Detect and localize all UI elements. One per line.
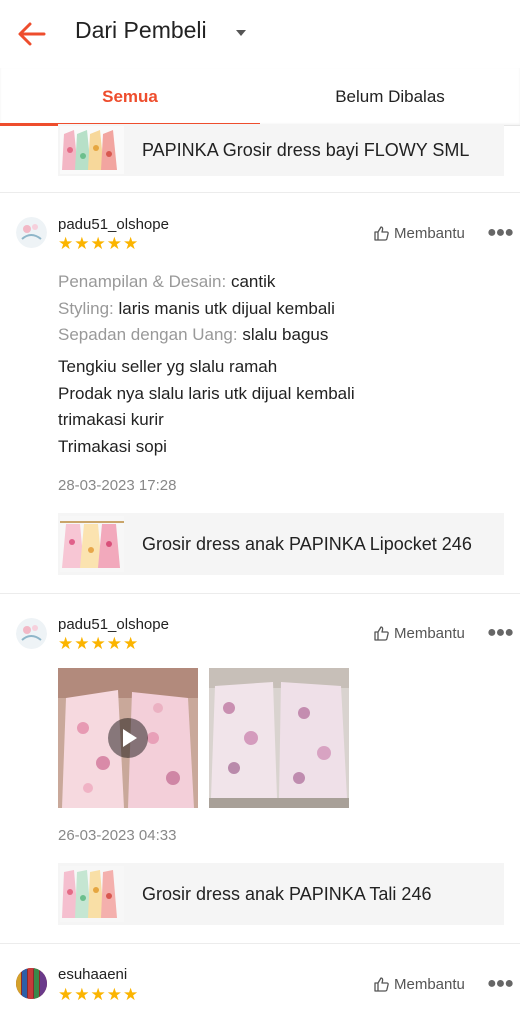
helpful-button[interactable]: Membantu: [373, 625, 465, 642]
review-date: 26-03-2023 04:33: [58, 827, 177, 844]
helpful-label: Membantu: [394, 976, 465, 993]
thumbs-up-icon: [374, 226, 389, 241]
star-rating: ★ ★ ★ ★ ★: [58, 986, 138, 1004]
review-date: 28-03-2023 17:28: [58, 477, 177, 494]
play-icon[interactable]: [108, 718, 148, 758]
review-text-line: Tengkiu seller yg slalu ramah: [58, 357, 278, 376]
more-options-icon[interactable]: ●●●: [487, 624, 514, 642]
review-video-thumbnail[interactable]: [58, 668, 198, 808]
photo-preview: [209, 668, 349, 808]
star-icon: ★: [106, 634, 122, 653]
star-icon: ★: [106, 985, 122, 1004]
star-icon: ★: [58, 234, 74, 253]
review-attribute: Sepadan dengan Uang: slalu bagus: [58, 325, 329, 344]
star-icon: ★: [90, 234, 106, 253]
star-icon: ★: [74, 634, 90, 653]
review-attribute: Styling: laris manis utk dijual kembali: [58, 299, 335, 318]
product-card[interactable]: Grosir dress anak PAPINKA Lipocket 246: [58, 513, 504, 575]
helpful-button[interactable]: Membantu: [373, 225, 465, 242]
tab-belum-dibalas[interactable]: Belum Dibalas: [260, 68, 520, 126]
star-icon: ★: [123, 634, 139, 653]
divider: [0, 943, 520, 944]
tab-semua[interactable]: Semua: [0, 68, 260, 126]
avatar[interactable]: [16, 968, 47, 999]
reviewer-username: esuhaaeni: [58, 966, 128, 983]
more-options-icon[interactable]: ●●●: [487, 224, 514, 242]
page-title[interactable]: Dari Pembeli: [75, 17, 207, 44]
product-thumbnail: [60, 126, 124, 174]
star-icon: ★: [123, 234, 139, 253]
product-name: PAPINKA Grosir dress bayi FLOWY SML: [142, 139, 470, 160]
helpful-label: Membantu: [394, 625, 465, 642]
helpful-button[interactable]: Membantu: [373, 976, 465, 993]
star-icon: ★: [123, 985, 139, 1004]
reviewer-username: padu51_olshope: [58, 616, 169, 633]
helpful-label: Membantu: [394, 225, 465, 242]
more-options-icon[interactable]: ●●●: [487, 975, 514, 993]
product-name: Grosir dress anak PAPINKA Lipocket 246: [142, 533, 472, 554]
thumbs-up-icon: [374, 977, 389, 992]
review-text-line: Prodak nya slalu laris utk dijual kembal…: [58, 384, 355, 403]
product-thumbnail: [60, 866, 124, 922]
top-app-bar: Dari Pembeli: [0, 0, 520, 68]
product-name: Grosir dress anak PAPINKA Tali 246: [142, 883, 432, 904]
star-rating: ★ ★ ★ ★ ★: [58, 235, 138, 253]
product-card[interactable]: PAPINKA Grosir dress bayi FLOWY SML: [58, 124, 504, 176]
star-icon: ★: [58, 985, 74, 1004]
star-icon: ★: [74, 234, 90, 253]
star-icon: ★: [58, 634, 74, 653]
review-text-line: Trimakasi sopi: [58, 437, 167, 456]
review-text-line: trimakasi kurir: [58, 410, 164, 429]
star-icon: ★: [90, 985, 106, 1004]
star-icon: ★: [74, 985, 90, 1004]
review-attribute: Penampilan & Desain: cantik: [58, 272, 276, 291]
star-icon: ★: [90, 634, 106, 653]
thumbs-up-icon: [374, 626, 389, 641]
product-card[interactable]: Grosir dress anak PAPINKA Tali 246: [58, 863, 504, 925]
avatar[interactable]: [16, 618, 47, 649]
star-rating: ★ ★ ★ ★ ★: [58, 635, 138, 653]
divider: [0, 192, 520, 193]
dropdown-caret-icon[interactable]: [236, 30, 246, 36]
avatar[interactable]: [16, 217, 47, 248]
review-photo-thumbnail[interactable]: [209, 668, 349, 808]
product-thumbnail: [60, 516, 124, 572]
reviewer-username: padu51_olshope: [58, 216, 169, 233]
divider: [0, 593, 520, 594]
back-arrow-icon[interactable]: [14, 16, 50, 52]
review-tabs: Semua Belum Dibalas: [0, 68, 520, 126]
star-icon: ★: [106, 234, 122, 253]
